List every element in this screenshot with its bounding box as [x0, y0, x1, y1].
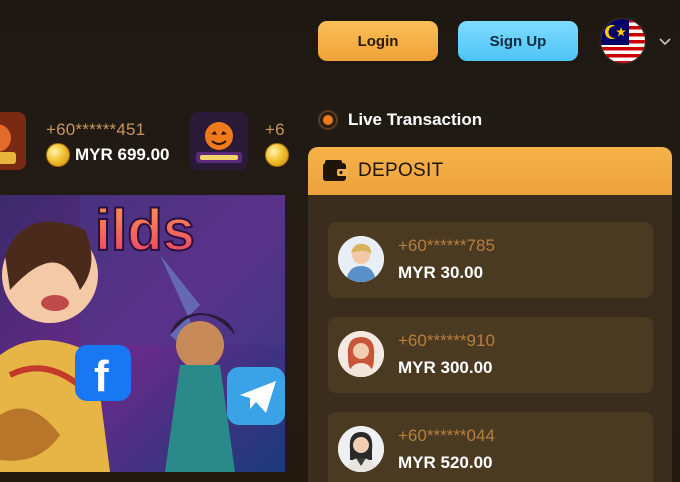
winner-ticker: +60******451 MYR 699.00 +6	[0, 105, 290, 175]
page: Login Sign Up +60******451 MYR 699.00 +6…	[0, 0, 680, 482]
transaction-card: +60******785 MYR 30.00	[328, 222, 653, 298]
live-transaction-header: Live Transaction	[318, 110, 482, 130]
ticker-amount-row: MYR 699.00	[46, 143, 170, 167]
game-thumbnail[interactable]	[0, 112, 26, 170]
malaysia-flag-icon[interactable]	[599, 17, 647, 65]
chevron-down-icon[interactable]	[658, 34, 672, 48]
deposit-header: DEPOSIT	[308, 147, 672, 195]
transaction-card: +60******044 MYR 520.00	[328, 412, 653, 482]
transaction-phone: +60******910	[398, 331, 495, 350]
ticker-amount: MYR 699.00	[75, 145, 170, 164]
ticker-phone-2: +6	[265, 120, 285, 139]
transaction-amount: MYR 30.00	[398, 263, 484, 282]
coin-icon	[46, 143, 70, 167]
live-indicator-icon	[318, 110, 338, 130]
coin-icon	[265, 143, 289, 167]
top-header: Login Sign Up	[0, 0, 680, 80]
transaction-phone: +60******044	[398, 426, 495, 445]
transaction-amount: MYR 520.00	[398, 453, 493, 472]
facebook-icon: f	[75, 345, 131, 401]
deposit-title: DEPOSIT	[358, 160, 444, 181]
avatar	[338, 331, 384, 377]
svg-text:ilds: ilds	[95, 198, 195, 263]
promo-banner[interactable]: ilds f	[0, 195, 285, 472]
telegram-icon	[227, 367, 285, 425]
svg-text:f: f	[94, 352, 109, 401]
game-thumbnail-hallowin[interactable]	[190, 112, 248, 170]
ticker-phone: +60******451	[46, 120, 146, 139]
avatar	[338, 426, 384, 472]
transaction-phone: +60******785	[398, 236, 495, 255]
live-transaction-title: Live Transaction	[348, 110, 483, 129]
login-button[interactable]: Login	[318, 21, 438, 61]
wallet-icon	[322, 160, 348, 182]
transaction-card: +60******910 MYR 300.00	[328, 317, 653, 393]
signup-button[interactable]: Sign Up	[458, 21, 578, 61]
transaction-amount: MYR 300.00	[398, 358, 493, 377]
avatar	[338, 236, 384, 282]
ticker-amount-row-2	[265, 143, 289, 167]
deposit-panel: DEPOSIT +60******785 MYR 30.00 +60******…	[308, 147, 672, 482]
